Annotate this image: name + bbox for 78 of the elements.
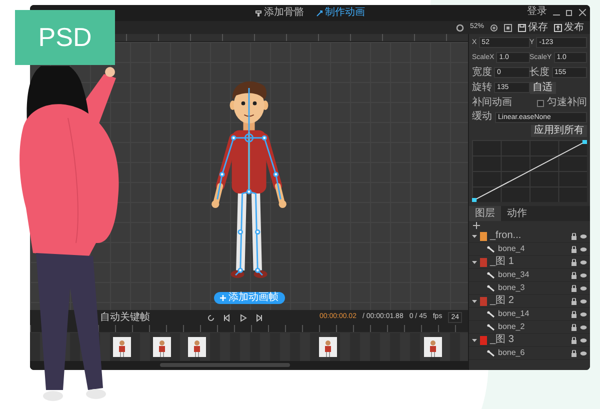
arrow-icon: [316, 10, 323, 16]
eye-icon[interactable]: [580, 298, 587, 304]
tween-label: 补间动画: [472, 97, 512, 109]
psd-badge: PSD: [15, 10, 115, 65]
restore-icon[interactable]: [566, 8, 573, 16]
property-label: 宽度: [472, 66, 492, 78]
auto-keyframe-label: 自动关键帧: [100, 310, 150, 325]
bone-tool-icon: [255, 10, 262, 16]
next-frame-icon[interactable]: [254, 314, 263, 322]
easing-label: 缓动: [472, 111, 492, 123]
title-tab[interactable]: 制作动画: [310, 7, 371, 19]
lock-icon[interactable]: [571, 310, 577, 318]
panel-tab[interactable]: 动作: [501, 206, 533, 221]
lock-icon[interactable]: [571, 336, 577, 344]
zoom-icon[interactable]: [490, 24, 498, 32]
checkbox[interactable]: [537, 100, 544, 106]
close-icon[interactable]: [579, 8, 586, 16]
eye-icon[interactable]: [580, 324, 587, 330]
lock-icon[interactable]: [571, 284, 577, 292]
caret-icon[interactable]: [472, 234, 477, 238]
keyframe-thumbnail[interactable]: [152, 337, 171, 357]
upload-icon: [554, 24, 562, 32]
layer-name[interactable]: _图 3: [490, 334, 568, 346]
lock-icon[interactable]: [571, 232, 577, 240]
lock-icon[interactable]: [571, 258, 577, 266]
publish-button[interactable]: 发布: [554, 22, 584, 34]
bone-icon: [487, 310, 495, 318]
add-icon[interactable]: [473, 222, 480, 229]
layer-name[interactable]: _图 1: [490, 256, 568, 268]
eye-icon[interactable]: [580, 312, 587, 316]
fit-screen-icon[interactable]: [504, 24, 512, 32]
bone-name[interactable]: bone_4: [498, 243, 568, 255]
play-icon[interactable]: [238, 314, 247, 322]
bone-name[interactable]: bone_6: [498, 347, 568, 359]
property-label: 长度: [530, 66, 550, 78]
bone-name[interactable]: bone_3: [498, 282, 568, 294]
bone-name[interactable]: bone_14: [498, 308, 568, 320]
lock-icon[interactable]: [571, 324, 577, 330]
keyframe-thumbnail[interactable]: [319, 337, 338, 357]
eye-icon[interactable]: [580, 246, 587, 252]
layer-name[interactable]: _图 2: [490, 295, 568, 307]
eye-icon[interactable]: [580, 286, 587, 290]
uniform-tween-label: 匀速补间: [547, 97, 587, 109]
title-tab[interactable]: 添加骨骼: [249, 7, 310, 19]
scrollbar-thumb[interactable]: [160, 363, 290, 367]
save-icon: [518, 24, 526, 32]
property-label: 旋转: [472, 82, 492, 94]
panel-tab[interactable]: 图层: [469, 206, 501, 221]
eye-icon[interactable]: [580, 260, 587, 264]
bone-icon: [487, 272, 495, 278]
keyframe-thumbnail[interactable]: [424, 337, 442, 357]
lock-icon[interactable]: [571, 298, 577, 304]
fit-button[interactable]: 自适: [530, 82, 556, 94]
caret-icon[interactable]: [472, 338, 477, 342]
keyframe-thumbnail[interactable]: [113, 337, 132, 357]
caret-icon[interactable]: [472, 260, 477, 264]
keyframe-thumbnail[interactable]: [188, 337, 206, 357]
caret-icon[interactable]: [472, 298, 477, 304]
previous-frame-icon[interactable]: [222, 314, 231, 322]
bone-icon: [487, 350, 495, 356]
save-button[interactable]: 保存: [518, 22, 548, 34]
bone-icon: [487, 246, 495, 252]
eye-icon[interactable]: [580, 338, 587, 342]
lock-icon[interactable]: [571, 350, 577, 356]
eye-icon[interactable]: [580, 272, 587, 278]
bone-name[interactable]: bone_34: [498, 269, 568, 281]
bone-icon: [487, 324, 495, 330]
eye-icon[interactable]: [580, 234, 587, 238]
plus-icon: [220, 295, 226, 301]
apply-to-all-button[interactable]: 应用到所有: [531, 125, 587, 137]
layer-name[interactable]: _fron...: [490, 230, 568, 242]
bone-name[interactable]: bone_2: [498, 321, 568, 333]
loop-icon[interactable]: [206, 314, 215, 322]
eye-icon[interactable]: [580, 350, 587, 356]
lock-icon[interactable]: [571, 246, 577, 252]
account-link[interactable]: 登录: [527, 6, 547, 18]
bone-icon: [487, 284, 495, 292]
lock-icon[interactable]: [571, 272, 577, 278]
